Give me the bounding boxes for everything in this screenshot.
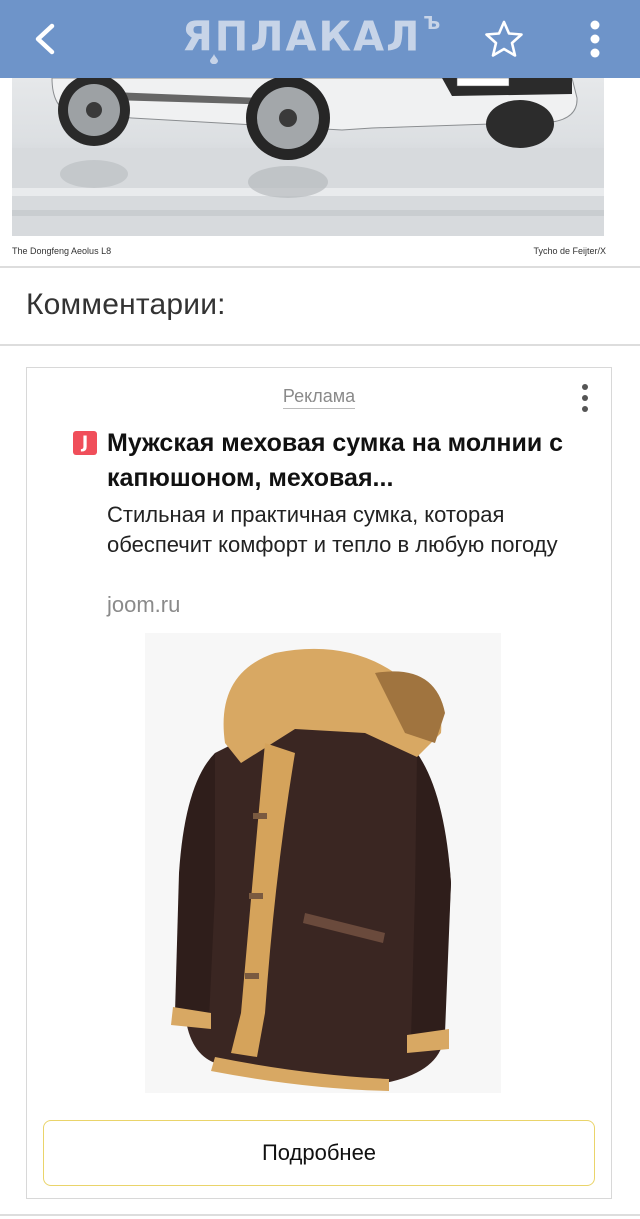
header-menu-button[interactable] — [570, 0, 620, 78]
comments-heading: Комментарии: — [26, 288, 226, 321]
kebab-vertical-icon — [582, 384, 588, 412]
car-photo — [12, 78, 604, 236]
logo-suffix: Ъ — [423, 12, 441, 34]
joom-logo-icon: J — [73, 431, 97, 455]
app-header: ЯПЛАКАЛ Ъ — [0, 0, 640, 78]
joom-logo-letter: J — [81, 432, 89, 453]
ad-product-image[interactable] — [145, 633, 501, 1093]
ad-label-text: Реклама — [282, 386, 356, 409]
jacket-image — [171, 648, 451, 1091]
ad-options-button[interactable] — [575, 382, 595, 416]
photo-caption: The Dongfeng Aeolus L8 — [12, 246, 112, 256]
ad-title-link[interactable]: Мужская меховая сумка на молнии с капюшо… — [107, 426, 607, 496]
favorite-button[interactable] — [476, 0, 532, 78]
ad-label: Реклама — [27, 386, 611, 409]
site-logo[interactable]: ЯПЛАКАЛ Ъ — [182, 10, 462, 64]
ad-description: Стильная и практичная сумка, которая обе… — [107, 502, 558, 557]
chevron-left-icon — [35, 23, 55, 55]
star-outline-icon — [485, 20, 523, 57]
divider — [0, 1214, 640, 1216]
divider — [0, 266, 640, 268]
kebab-vertical-icon — [590, 20, 600, 58]
photo-credit: Tycho de Feijter/X — [533, 246, 606, 256]
more-details-button[interactable]: Подробнее — [43, 1120, 595, 1186]
article-photo-block: The Dongfeng Aeolus L8 Tycho de Feijter/… — [0, 78, 640, 268]
logo-text: ЯПЛАКАЛ — [182, 13, 422, 61]
divider — [0, 344, 640, 346]
back-button[interactable] — [18, 0, 72, 78]
tear-drop-icon — [210, 54, 218, 64]
ad-domain[interactable]: joom.ru — [107, 592, 180, 618]
ad-card[interactable]: Реклама J Мужская меховая сумка на молни… — [26, 367, 612, 1199]
